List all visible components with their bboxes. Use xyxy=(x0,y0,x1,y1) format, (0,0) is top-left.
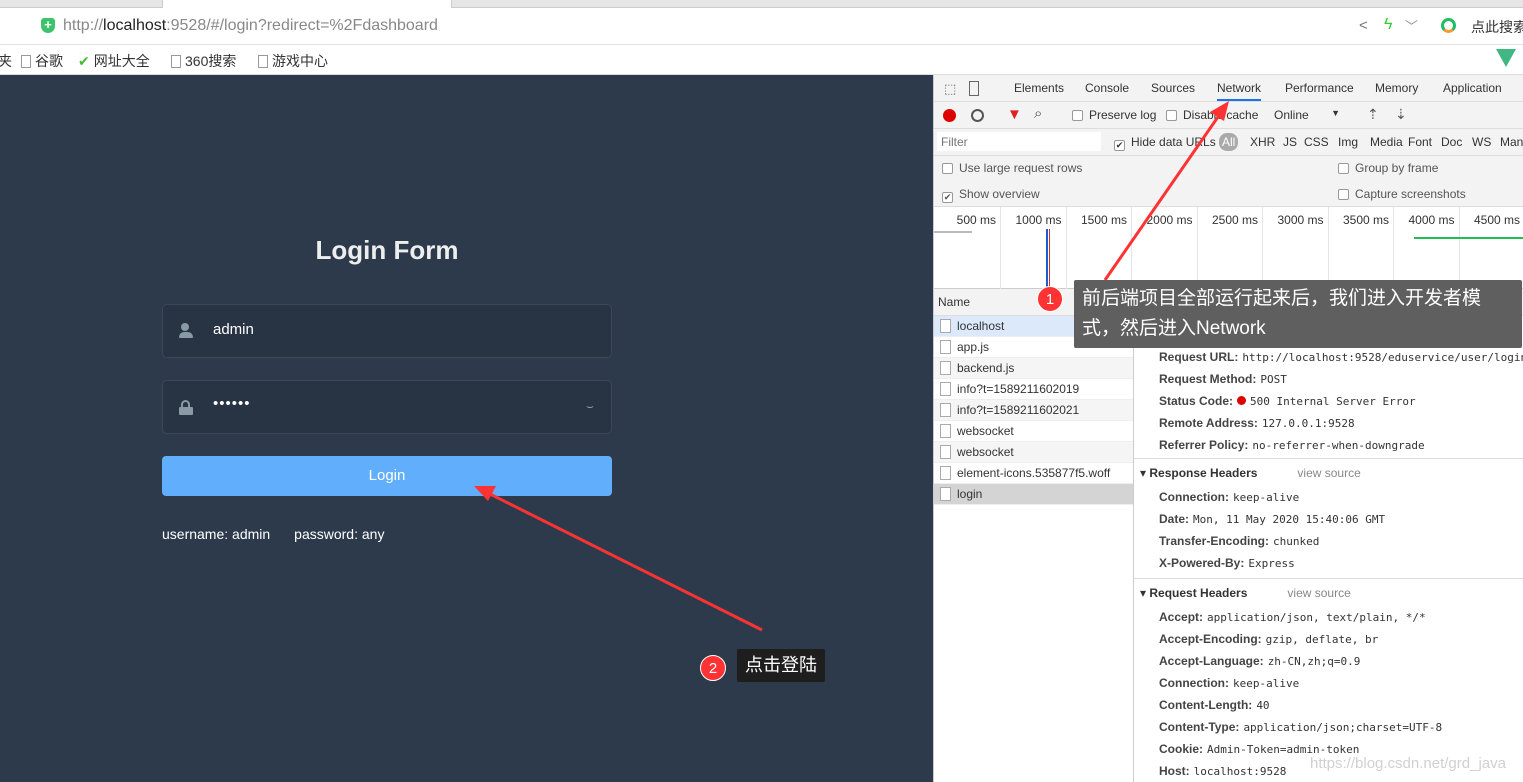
arrow-to-login-button xyxy=(474,486,763,632)
annotation-callout-1: 前后端项目全部运行起来后，我们进入开发者模式，然后进入Network xyxy=(1074,280,1522,348)
annotation-badge-2: 2 xyxy=(700,655,726,681)
watermark: https://blog.csdn.net/grd_java xyxy=(1310,755,1506,772)
annotation-callout-2: 点击登陆 xyxy=(737,649,825,682)
annotation-badge-1: 1 xyxy=(1037,286,1063,312)
arrow-to-network-tab xyxy=(1103,101,1229,281)
